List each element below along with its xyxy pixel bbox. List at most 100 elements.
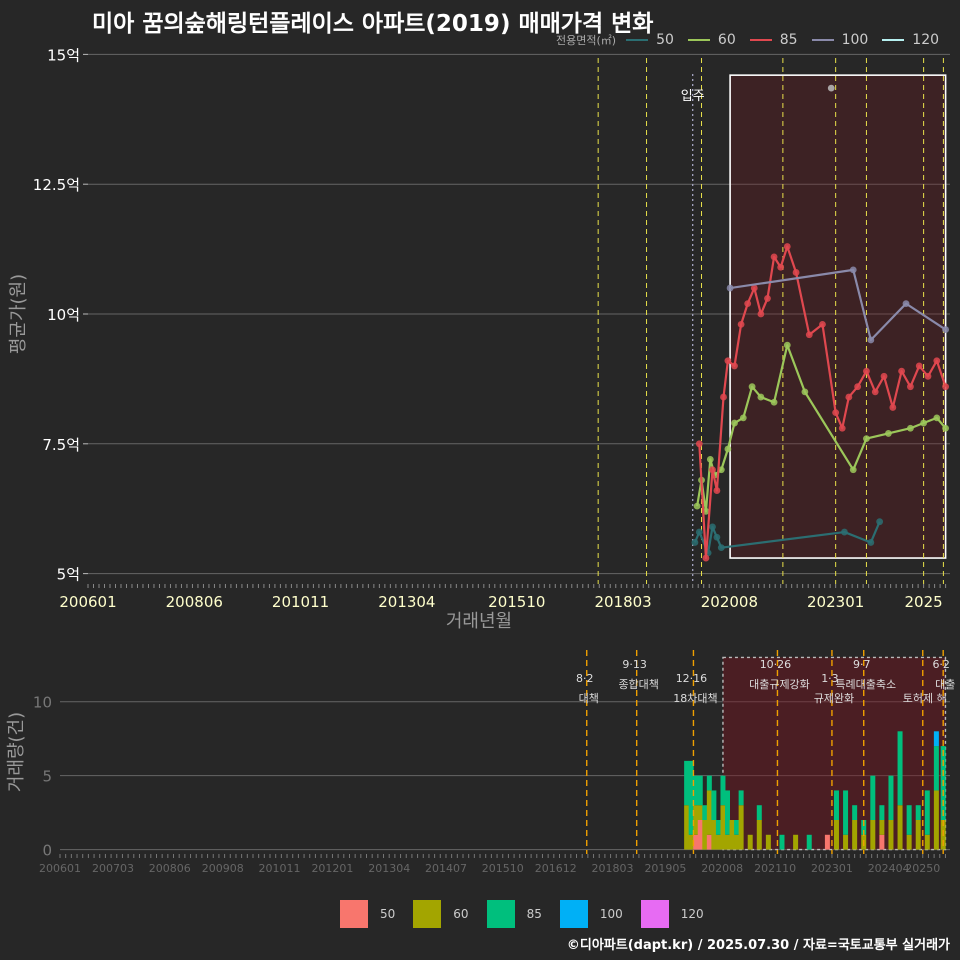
legend-label: 50 — [380, 907, 396, 921]
volume-bar — [833, 790, 839, 820]
volume-bar — [706, 834, 712, 850]
volume-chart: 0 5 10 200601 200703 200806 200908 201011 201201… — [6, 650, 955, 875]
data-point-120 — [827, 84, 835, 92]
x-tick-label: 202301 — [807, 593, 864, 611]
data-point-60 — [731, 419, 738, 427]
volume-bar — [715, 820, 721, 835]
x-tick-label: 201803 — [591, 862, 633, 875]
y-axis-title: 거래량(건) — [6, 712, 27, 792]
policy-name-label: 대출 — [935, 678, 955, 691]
volume-bar — [915, 820, 921, 850]
x-tick-label: 200703 — [92, 862, 134, 875]
data-point-85 — [889, 404, 897, 411]
data-point-85 — [924, 372, 932, 380]
data-point-60 — [783, 341, 791, 349]
data-point-85 — [915, 362, 923, 370]
data-point-50 — [841, 528, 848, 536]
data-point-85 — [880, 372, 888, 380]
x-tick-label: 201201 — [311, 862, 353, 875]
x-tick-label: 202110 — [754, 862, 796, 875]
data-point-60 — [942, 424, 950, 432]
y-tick-label: 7.5억 — [42, 436, 80, 454]
price-chart: 5억 7.5억 10억 12.5억 15억 200601 200806 201011 20130… — [8, 46, 950, 632]
x-tick-label: 200908 — [202, 862, 244, 875]
data-point-60 — [706, 455, 714, 463]
data-point-85 — [744, 300, 752, 308]
y-tick-label: 15억 — [47, 46, 80, 64]
data-point-85 — [832, 409, 840, 417]
data-point-60 — [849, 466, 857, 474]
data-point-85 — [724, 357, 732, 365]
data-point-85 — [907, 383, 914, 391]
data-point-85 — [819, 320, 826, 328]
volume-bar — [933, 731, 939, 747]
volume-bar — [906, 834, 912, 850]
data-point-85 — [845, 393, 853, 401]
volume-bar — [852, 820, 858, 850]
data-point-85 — [792, 269, 800, 276]
legend-label: 85 — [526, 907, 542, 921]
volume-bar — [747, 834, 753, 850]
y-axis-title: 평균가(원) — [8, 274, 29, 354]
data-point-60 — [739, 414, 747, 422]
volume-bar — [697, 805, 703, 820]
volume-bar — [725, 790, 730, 835]
volume-bar — [738, 790, 744, 806]
y-tick-label: 10 — [33, 694, 52, 712]
volume-bar — [806, 834, 812, 850]
data-point-60 — [907, 424, 914, 432]
policy-date-label: 9·7 — [853, 658, 871, 671]
volume-bar — [711, 820, 717, 850]
x-tick-label: 201407 — [425, 862, 467, 875]
volume-bar — [933, 746, 939, 791]
volume-bar — [897, 731, 903, 806]
x-tick-label: 201510 — [482, 862, 524, 875]
legend-color-swatch — [486, 900, 515, 928]
volume-legend: 50 60 85 100 120 — [340, 900, 722, 928]
data-point-85 — [770, 253, 778, 261]
volume-bar — [879, 805, 885, 820]
data-point-60 — [933, 414, 941, 422]
volume-bar — [843, 790, 849, 835]
volume-bar — [870, 775, 876, 820]
x-tick-label: 202301 — [811, 862, 853, 875]
legend-color-swatch — [413, 900, 442, 928]
data-point-100 — [942, 326, 950, 333]
data-point-50 — [717, 544, 725, 552]
data-point-85 — [764, 295, 771, 302]
volume-bar — [720, 775, 726, 806]
move-in-label: 입주 — [681, 89, 705, 104]
data-point-100 — [726, 284, 734, 292]
data-point-50 — [695, 528, 703, 536]
volume-bar — [734, 834, 740, 850]
data-point-85 — [871, 388, 879, 396]
volume-legend-item-50: 50 — [340, 900, 395, 928]
volume-bar — [756, 805, 762, 820]
data-point-50 — [709, 523, 716, 531]
policy-date-label: 6·2 — [932, 658, 950, 671]
policy-name-label: 대출규제강화 — [749, 678, 810, 691]
data-point-85 — [942, 383, 950, 391]
x-tick-label: 201510 — [488, 593, 545, 611]
data-point-50 — [867, 539, 875, 546]
volume-bar — [779, 834, 785, 850]
x-tick-label: 200806 — [149, 862, 191, 875]
legend-label: 120 — [680, 907, 704, 921]
data-point-85 — [783, 243, 791, 250]
x-tick-label: 202008 — [701, 862, 743, 875]
volume-bar — [697, 775, 703, 806]
volume-bar — [888, 820, 894, 850]
volume-bar — [756, 820, 762, 850]
volume-bar — [824, 834, 830, 850]
volume-bar — [706, 775, 712, 791]
volume-legend-item-60: 60 — [413, 900, 469, 928]
volume-bar — [843, 834, 849, 850]
x-tick-label: 201304 — [378, 593, 435, 611]
x-tick-label: 200806 — [166, 593, 223, 611]
data-point-85 — [898, 367, 906, 375]
data-point-85 — [720, 393, 727, 401]
volume-bar — [684, 760, 690, 806]
y-tick-label: 10억 — [47, 306, 80, 324]
x-tick-label: 201304 — [368, 862, 410, 875]
data-point-100 — [849, 266, 857, 274]
